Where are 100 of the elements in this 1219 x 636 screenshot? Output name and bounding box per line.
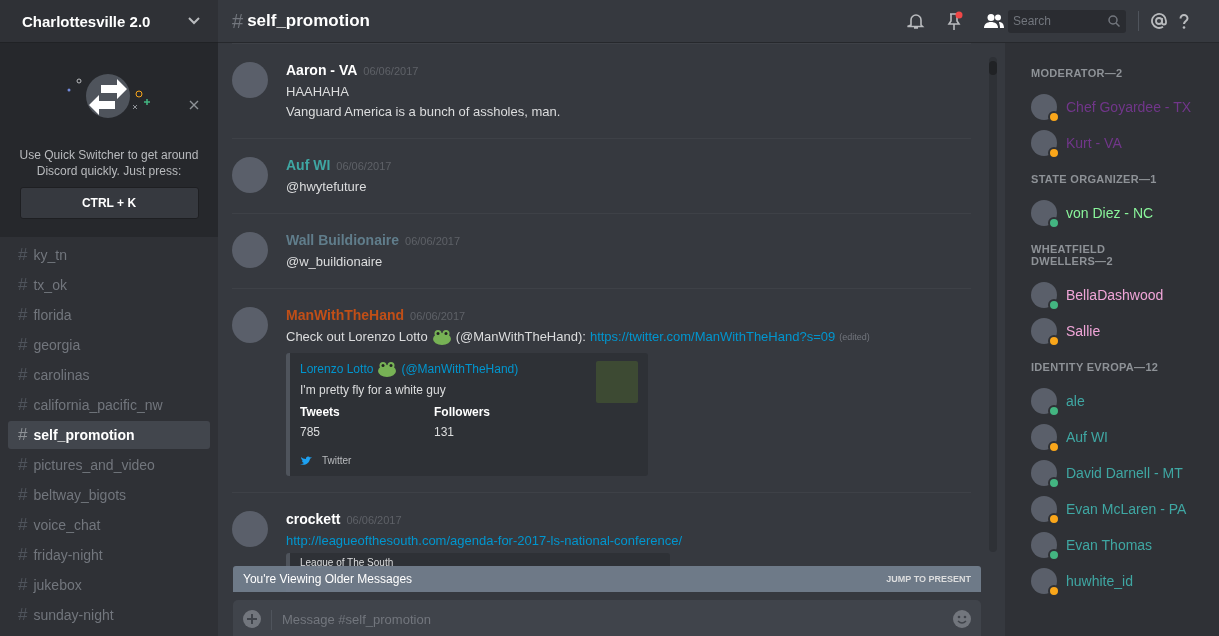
channel-name: carolinas bbox=[33, 367, 90, 383]
channel-item[interactable]: # self_promotion bbox=[8, 421, 210, 449]
field-name: Followers bbox=[434, 405, 491, 419]
channel-name: self_promotion bbox=[33, 427, 135, 443]
author-name[interactable]: Auf WI bbox=[286, 157, 331, 173]
author-name[interactable]: Wall Buildionaire bbox=[286, 232, 400, 248]
channel-name: friday-night bbox=[33, 547, 103, 563]
channel-item[interactable]: # georgia bbox=[8, 331, 210, 359]
channel-name: pictures_and_video bbox=[33, 457, 155, 473]
avatar[interactable] bbox=[232, 511, 268, 547]
server-name: Charlottesville 2.0 bbox=[22, 12, 151, 30]
scrollbar[interactable] bbox=[989, 57, 997, 552]
channel-item[interactable]: # carolinas bbox=[8, 361, 210, 389]
avatar[interactable] bbox=[232, 157, 268, 193]
help-icon[interactable] bbox=[1179, 13, 1189, 29]
field-name: Tweets bbox=[300, 405, 341, 419]
member-item[interactable]: Evan McLaren - PA bbox=[1031, 491, 1219, 527]
message-text: @w_buildionaire bbox=[286, 253, 384, 271]
hash-icon: # bbox=[18, 605, 28, 625]
members-icon[interactable] bbox=[983, 13, 1005, 29]
jump-to-present-link[interactable]: JUMP TO PRESENT bbox=[886, 574, 971, 584]
channel-item[interactable]: # ky_tn bbox=[8, 241, 210, 269]
embed-footer: Twitter bbox=[322, 455, 352, 466]
avatar[interactable] bbox=[232, 62, 268, 98]
hash-icon: # bbox=[18, 575, 28, 595]
search-field[interactable]: Search bbox=[1013, 14, 1108, 28]
hash-icon: # bbox=[18, 545, 28, 565]
message-text: HAAHAHA bbox=[286, 83, 350, 101]
author-name[interactable]: Aaron - VA bbox=[286, 62, 358, 78]
hash-icon: # bbox=[232, 9, 244, 33]
role-heading: STATE ORGANIZER—1 bbox=[1031, 173, 1158, 185]
message-link[interactable]: http://leagueofthesouth.com/agenda-for-2017-ls-national-conference/ bbox=[286, 531, 683, 551]
avatar[interactable] bbox=[232, 307, 268, 343]
close-icon[interactable] bbox=[189, 100, 199, 110]
channel-title: self_promotion bbox=[247, 11, 370, 31]
channel-item[interactable]: # beltway_bigots bbox=[8, 481, 210, 509]
channel-name: georgia bbox=[33, 337, 81, 353]
shortcut-button[interactable]: CTRL + K bbox=[19, 187, 199, 219]
member-item[interactable]: Evan Thomas bbox=[1031, 527, 1219, 563]
channel-name: california_pacific_nw bbox=[33, 397, 163, 413]
hash-icon: # bbox=[18, 245, 28, 265]
member-item[interactable]: huwhite_id bbox=[1031, 563, 1219, 599]
hash-icon: # bbox=[18, 455, 28, 475]
hash-icon: # bbox=[18, 485, 28, 505]
channel-item[interactable]: # jukebox bbox=[8, 571, 210, 599]
channel-name: ky_tn bbox=[33, 247, 67, 263]
embed-description: I'm pretty fly for a white guy bbox=[300, 383, 447, 397]
plus-icon[interactable] bbox=[243, 610, 261, 628]
hash-icon: # bbox=[18, 395, 28, 415]
role-heading: WHEATFIELD DWELLERS—2 bbox=[1031, 243, 1114, 267]
channel-name: voice_chat bbox=[33, 517, 101, 533]
hash-icon: # bbox=[18, 425, 28, 445]
member-item[interactable]: Auf WI bbox=[1031, 419, 1219, 455]
pin-icon[interactable] bbox=[945, 11, 963, 31]
smiley-icon[interactable] bbox=[953, 610, 971, 628]
role-heading: MODERATOR—2 bbox=[1031, 67, 1124, 79]
message-text: @hwytefuture bbox=[286, 178, 368, 196]
search-bar[interactable]: Search bbox=[1008, 9, 1126, 33]
message-text: Vanguard America is a bunch of assholes, man. bbox=[286, 103, 562, 121]
channel-item[interactable]: # pictures_and_video bbox=[8, 451, 210, 479]
hash-icon: # bbox=[18, 515, 28, 535]
frog-emoji-icon bbox=[377, 361, 398, 377]
member-item[interactable]: David Darnell - MT bbox=[1031, 455, 1219, 491]
channel-name: beltway_bigots bbox=[33, 487, 127, 503]
channel-item[interactable]: # california_pacific_nw bbox=[8, 391, 210, 419]
hash-icon: # bbox=[18, 275, 28, 295]
quick-switcher-hint: Use Quick Switcher to get around Discord quickly. Just press: bbox=[18, 147, 200, 179]
author-name[interactable]: crockett bbox=[286, 511, 341, 527]
channel-item[interactable]: # florida bbox=[8, 301, 210, 329]
older-messages-text: You're Viewing Older Messages bbox=[243, 572, 413, 586]
bell-icon[interactable] bbox=[907, 12, 925, 30]
message-text: Check out Lorenzo Lotto bbox=[286, 328, 428, 346]
field-value: 131 bbox=[434, 425, 456, 439]
search-icon bbox=[1108, 15, 1120, 27]
channel-name: tx_ok bbox=[33, 277, 67, 293]
message-link[interactable]: https://twitter.com/ManWithTheHand?s=09 bbox=[589, 327, 836, 347]
avatar[interactable] bbox=[232, 232, 268, 268]
channel-item[interactable]: # tx_ok bbox=[8, 271, 210, 299]
frog-emoji-icon bbox=[431, 329, 452, 345]
channel-name: florida bbox=[33, 307, 72, 323]
channel-item[interactable]: # sunday-night bbox=[8, 601, 210, 629]
hash-icon: # bbox=[18, 335, 28, 355]
member-item[interactable]: von Diez - NC bbox=[1031, 195, 1219, 231]
embed-author-link[interactable]: (@ManWithTheHand) bbox=[401, 362, 519, 376]
embed-provider: League of The South bbox=[300, 557, 394, 568]
channel-item[interactable]: # voice_chat bbox=[8, 511, 210, 539]
channel-name: jukebox bbox=[33, 577, 82, 593]
photo-placeholder bbox=[596, 361, 638, 403]
hash-icon: # bbox=[18, 305, 28, 325]
mention-icon[interactable] bbox=[1151, 13, 1167, 29]
embed-author-link[interactable]: Lorenzo Lotto bbox=[300, 362, 374, 376]
hash-icon: # bbox=[18, 365, 28, 385]
member-item[interactable]: BellaDashwood bbox=[1031, 277, 1219, 313]
bird-icon bbox=[300, 455, 312, 466]
channel-item[interactable]: # friday-night bbox=[8, 541, 210, 569]
member-item[interactable]: Sallie bbox=[1031, 313, 1219, 349]
chevron-icon bbox=[188, 17, 200, 25]
field-value: 785 bbox=[300, 425, 322, 439]
member-item[interactable]: ale bbox=[1031, 383, 1219, 419]
author-name[interactable]: ManWithTheHand bbox=[286, 307, 405, 323]
